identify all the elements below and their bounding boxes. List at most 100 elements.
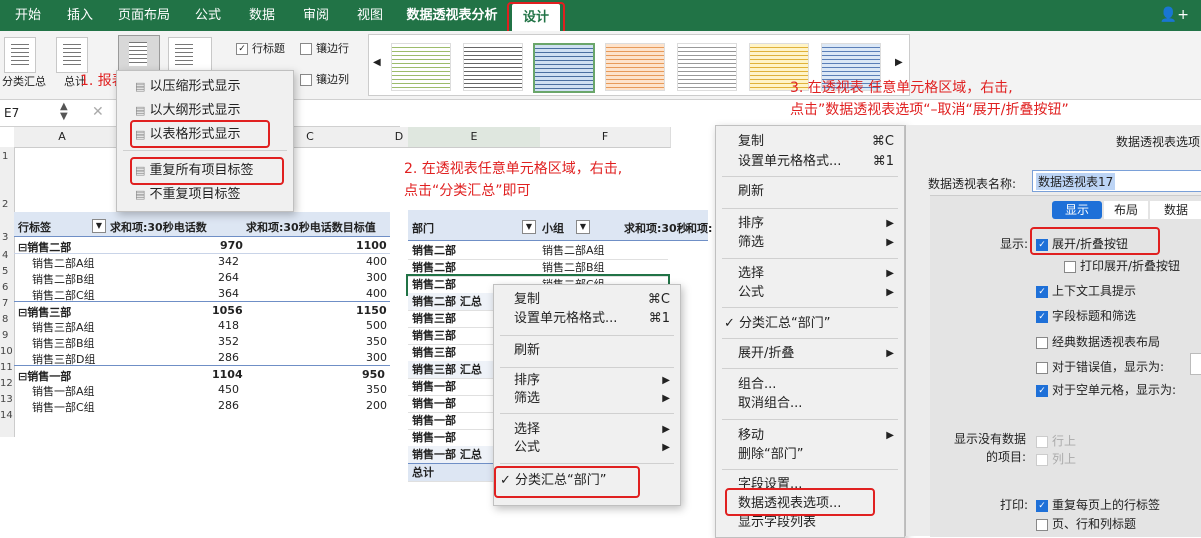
table-row[interactable]: 销售三部B组 352 350 [14,333,390,350]
print-expand-checkbox[interactable]: 打印展开/折叠按钮 [1064,257,1180,274]
menu-move[interactable]: 移动 ▶ [738,426,904,446]
table-row[interactable]: 销售一部C组 286 200 [14,397,390,414]
empty-cells-checkbox[interactable]: ✓ 对于空单元格，显示为: [1036,381,1176,398]
menu-no-repeat-labels[interactable]: ▤ 不重复项目标签 [135,185,293,205]
row-number[interactable]: 4 [2,250,8,261]
menu-refresh[interactable]: 刷新 [514,341,680,361]
menu-sort[interactable]: 排序 ▶ [738,214,904,234]
table-row[interactable]: ⊟销售三部 1056 1150 [14,301,390,319]
tab-layout[interactable]: 布局 [1104,201,1148,219]
name-box-stepper-icon[interactable]: ▲ ▼ [60,102,68,122]
menu-filter[interactable]: 筛选 ▶ [514,389,680,409]
menu-formulas[interactable]: 公式 ▶ [514,438,680,458]
row-number[interactable]: 7 [2,298,8,309]
menu-outline-form[interactable]: ▤ 以大纲形式显示 [135,101,293,121]
table-row[interactable]: 销售一部A组 450 350 [14,381,390,398]
column-header-e[interactable]: E [408,127,541,148]
menu-select[interactable]: 选择 ▶ [514,420,680,440]
menu-ungroup[interactable]: 取消组合... [738,394,904,414]
tab-home[interactable]: 开始 [8,0,48,31]
style-thumb-1[interactable] [391,43,451,91]
header-department: 部门 [412,222,434,235]
row-number[interactable]: 12 [0,378,13,389]
filter-dropdown-icon[interactable]: ▼ [522,220,536,234]
row-headers-checkbox[interactable]: ✓ 行标题 [236,40,285,56]
menu-delete-department[interactable]: 删除“部门” [738,445,904,465]
blank-rows-button[interactable] [168,37,212,73]
column-header-f[interactable]: F [540,127,671,148]
classic-layout-checkbox[interactable]: 经典数据透视表布局 [1036,333,1160,350]
table-row[interactable]: 销售三部A组 418 500 [14,317,390,334]
table-row[interactable]: 销售二部 销售二部B组 [408,259,668,277]
menu-format-cells[interactable]: 设置单元格格式... ⌘1 [514,309,680,329]
row-number[interactable]: 10 [0,346,13,357]
table-row[interactable]: 销售二部 销售二部A组 [408,242,668,260]
tab-page-layout[interactable]: 页面布局 [112,0,176,31]
grand-total-button[interactable] [56,37,88,73]
style-thumb-4[interactable] [605,43,665,91]
share-icon[interactable]: 👤+ [1160,7,1189,23]
column-header-d[interactable]: D [390,127,409,148]
tab-review[interactable]: 审阅 [294,0,338,31]
rows-items-checkbox[interactable]: 行上 [1036,432,1076,449]
cancel-icon[interactable]: ✕ [92,104,104,120]
error-value-input[interactable] [1190,353,1201,375]
menu-expand-collapse[interactable]: 展开/折叠 ▶ [738,344,904,364]
table-row[interactable]: ⊟销售一部 1104 950 [14,365,390,383]
pivot-name-input[interactable]: 数据透视表17 [1032,170,1201,192]
row-number[interactable]: 1 [2,151,8,162]
row-number[interactable]: 5 [2,266,8,277]
banded-rows-checkbox[interactable]: 镶边行 [300,40,349,56]
table-row[interactable]: ⊟销售二部 970 1100 [14,237,390,254]
menu-formulas[interactable]: 公式 ▶ [738,283,904,303]
style-thumb-3-selected[interactable] [533,43,595,93]
filter-dropdown-icon[interactable]: ▼ [92,219,106,233]
menu-sort[interactable]: 排序 ▶ [514,371,680,391]
subtotal-button[interactable] [4,37,36,73]
menu-subtotal-department[interactable]: ✓ 分类汇总“部门” [724,314,904,334]
menu-copy[interactable]: 复制 ⌘C [514,290,680,310]
tab-pivot-analyze[interactable]: 数据透视表分析 [402,0,502,31]
style-thumb-5[interactable] [677,43,737,91]
row-number[interactable]: 3 [2,232,8,243]
menu-group[interactable]: 组合... [738,375,904,395]
row-number[interactable]: 9 [2,330,8,341]
row-number[interactable]: 13 [0,394,13,405]
menu-show-field-list[interactable]: 显示字段列表 [738,513,904,533]
tab-view[interactable]: 视图 [348,0,392,31]
field-captions-checkbox[interactable]: ✓ 字段标题和筛选 [1036,307,1136,324]
tab-formulas[interactable]: 公式 [186,0,230,31]
tooltips-checkbox[interactable]: ✓ 上下文工具提示 [1036,282,1136,299]
cols-items-checkbox[interactable]: 列上 [1036,450,1076,467]
row-number[interactable]: 2 [2,199,8,210]
column-header-a[interactable]: A [14,127,111,148]
menu-refresh[interactable]: 刷新 [738,182,904,202]
table-row[interactable]: 销售二部A组 342 400 [14,253,390,270]
row-number[interactable]: 6 [2,282,8,293]
banded-cols-checkbox[interactable]: 镶边列 [300,71,349,87]
menu-filter[interactable]: 筛选 ▶ [738,233,904,253]
gallery-right-arrow-icon[interactable]: ▶ [895,57,903,68]
table-row[interactable]: 销售三部D组 286 300 [14,349,390,366]
tab-display[interactable]: 显示 [1052,201,1102,219]
table-row[interactable]: 销售二部B组 264 300 [14,269,390,286]
table-row[interactable]: 销售二部C组 364 400 [14,285,390,302]
menu-format-cells[interactable]: 设置单元格格式... ⌘1 [738,152,904,172]
tab-data[interactable]: 数据 [1150,201,1201,219]
tab-data[interactable]: 数据 [240,0,284,31]
row-number[interactable]: 11 [0,362,13,373]
gallery-left-arrow-icon[interactable]: ◀ [373,57,381,68]
menu-copy[interactable]: 复制 ⌘C [738,132,904,152]
style-thumb-2[interactable] [463,43,523,91]
page-titles-checkbox[interactable]: 页、行和列标题 [1036,515,1136,532]
name-box[interactable]: E7 [4,106,19,120]
error-values-checkbox[interactable]: 对于错误值，显示为: [1036,358,1164,375]
repeat-row-labels-checkbox[interactable]: ✓ 重复每页上的行标签 [1036,496,1160,513]
row-number[interactable]: 8 [2,314,8,325]
menu-compact-form[interactable]: ▤ 以压缩形式显示 [135,77,293,97]
menu-select[interactable]: 选择 ▶ [738,264,904,284]
row-number[interactable]: 14 [0,410,13,421]
filter-dropdown-icon[interactable]: ▼ [576,220,590,234]
tab-insert[interactable]: 插入 [58,0,102,31]
report-layout-button[interactable] [118,35,160,73]
